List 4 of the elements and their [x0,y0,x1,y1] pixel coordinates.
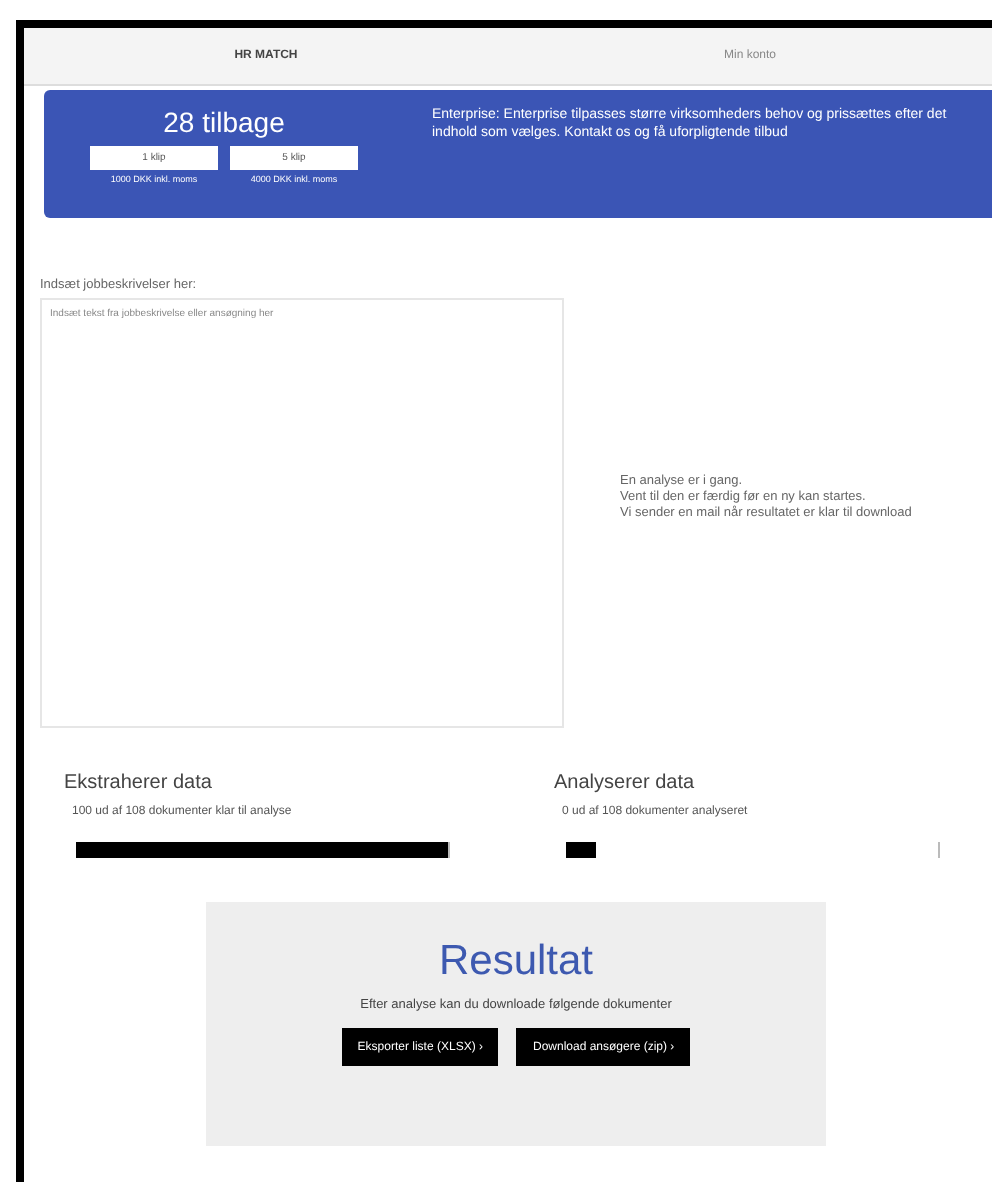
result-title: Resultat [438,938,594,986]
progress-title: Ekstraherer data [64,772,214,794]
progress-title: Analyserer data [554,772,697,794]
credits-remaining: 28 tilbage [163,106,285,138]
